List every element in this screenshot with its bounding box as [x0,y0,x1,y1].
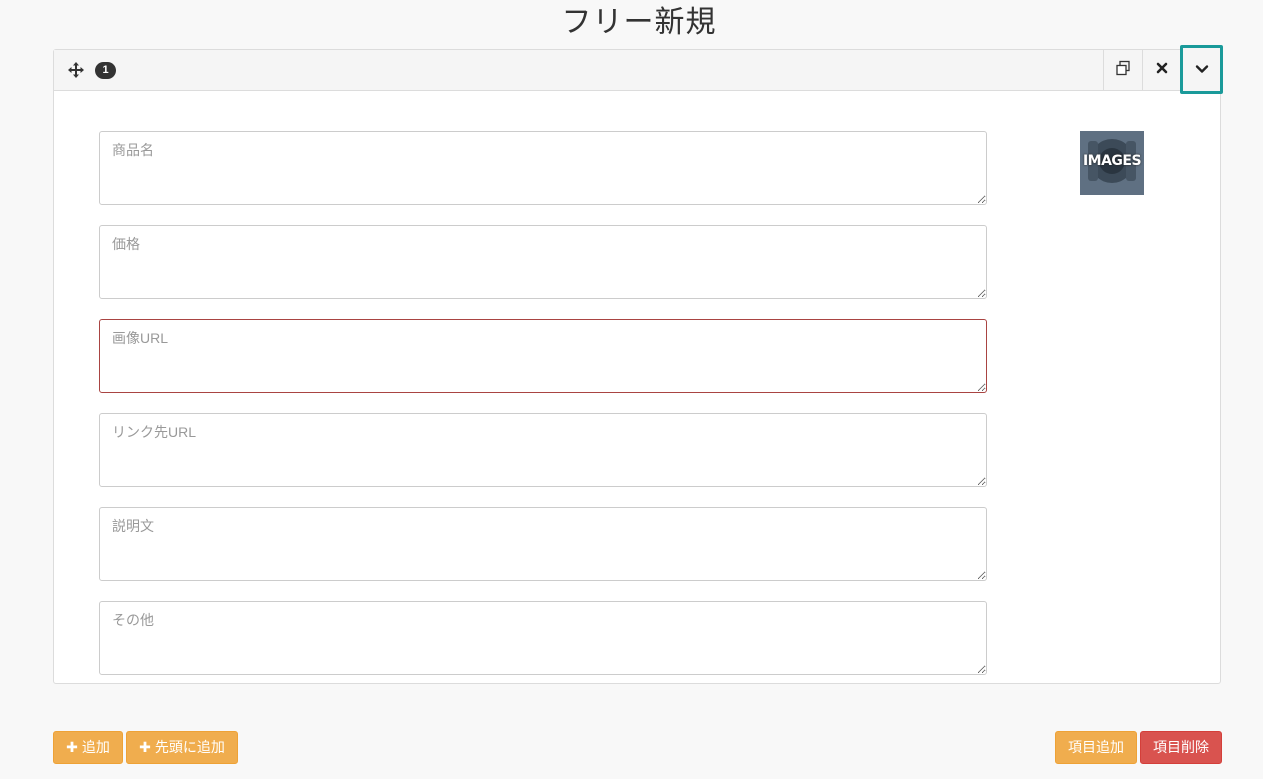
preview-image-label: IMAGES [1082,153,1142,169]
add-first-button[interactable]: ✚ 先頭に追加 [126,731,238,764]
other-field[interactable] [99,601,987,675]
image-url-field[interactable] [99,319,987,393]
add-button-label: 追加 [81,739,110,755]
description-field[interactable] [99,507,987,581]
delete-field-button[interactable]: 項目削除 [1140,731,1222,764]
remove-item-button[interactable] [1142,50,1181,90]
add-field-button-label: 項目追加 [1068,739,1124,755]
delete-field-button-label: 項目削除 [1153,739,1209,755]
copy-item-button[interactable] [1103,50,1142,90]
collapse-item-button[interactable] [1180,45,1223,94]
add-button[interactable]: ✚ 追加 [53,731,123,764]
plus-icon: ✚ [66,739,78,755]
page-title: フリー新規 [561,6,717,39]
add-field-button[interactable]: 項目追加 [1055,731,1137,764]
close-icon [1156,61,1168,79]
image-preview: IMAGES [1080,131,1144,195]
add-first-button-label: 先頭に追加 [154,739,225,755]
link-url-field[interactable] [99,413,987,487]
item-panel: 1 商品名 価格 画像URL リンク先URL 説明文 その他 IMAGES [53,45,1223,684]
copy-icon [1115,60,1131,81]
item-number-badge: 1 [95,62,116,79]
product-name-field[interactable] [99,131,987,205]
move-arrows-icon[interactable] [67,61,85,79]
chevron-down-icon [1195,61,1209,79]
plus-icon: ✚ [139,739,151,755]
item-panel-header: 1 [54,45,1223,94]
price-field[interactable] [99,225,987,299]
